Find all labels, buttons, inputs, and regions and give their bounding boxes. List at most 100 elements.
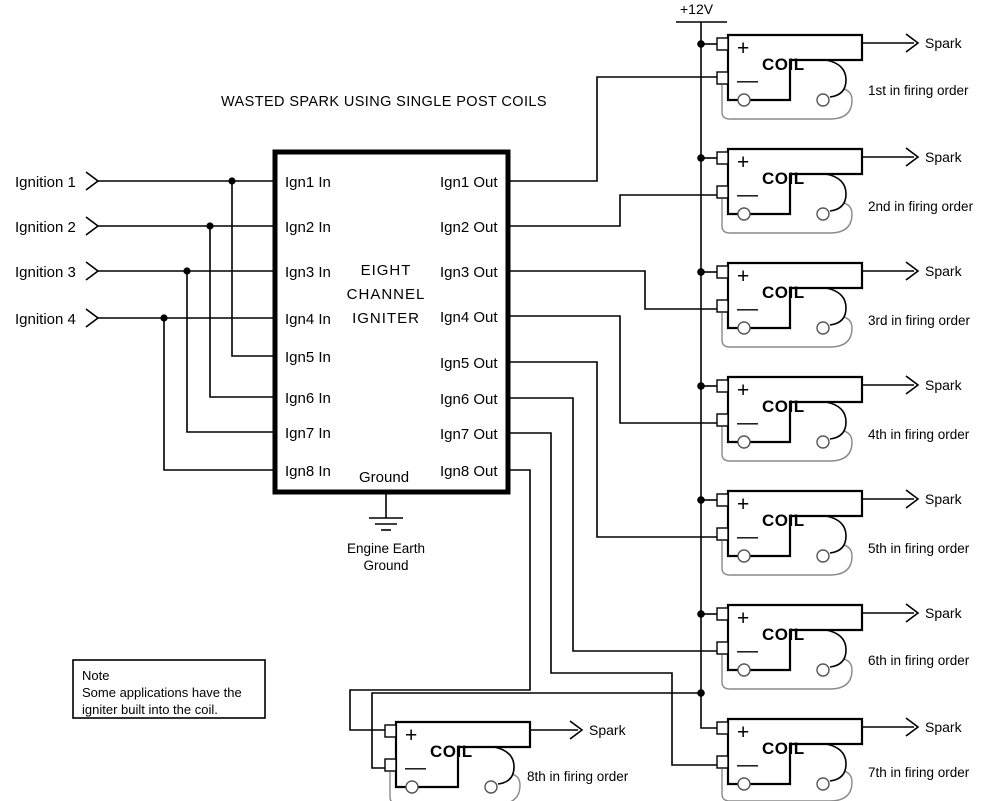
wire-ign8out-to-coil8 bbox=[349, 469, 531, 731]
coil-6-plus-terminal bbox=[716, 607, 729, 621]
igniter-input-label-8: Ign8 In bbox=[285, 463, 331, 480]
coil-5-plus-terminal bbox=[716, 493, 729, 507]
coil-column-right bbox=[697, 33, 920, 801]
coil-1-group bbox=[697, 33, 920, 120]
coil-4-spark-label: Spark bbox=[925, 377, 963, 393]
igniter-input-label-4: Ign4 In bbox=[285, 311, 331, 328]
junction-dot-coil5 bbox=[697, 496, 705, 504]
coil-6-mount-hole-right bbox=[816, 663, 830, 677]
coil-3-spark-label: Spark bbox=[925, 263, 963, 279]
ignition-input-label-1: Ignition 1 bbox=[15, 174, 76, 191]
coil-3-minus-label: — bbox=[737, 297, 758, 320]
coil-8-ht-tower bbox=[493, 746, 515, 785]
ignition-connector-chevrons bbox=[85, 171, 100, 328]
coil-4-mount-hole-right bbox=[816, 435, 830, 449]
ground-caption-line2: Ground bbox=[363, 558, 408, 573]
igniter-input-label-2: Ign2 In bbox=[285, 219, 331, 236]
coil-8-minus-label: — bbox=[405, 756, 426, 779]
coil-1-spark-label: Spark bbox=[925, 35, 963, 51]
coil-1-mount-hole-right bbox=[816, 93, 830, 107]
coil-6-group bbox=[697, 603, 920, 690]
coil-7-mount-hole-right bbox=[816, 777, 830, 791]
igniter-input-label-5: Ign5 In bbox=[285, 349, 331, 366]
igniter-output-label-5: Ign5 Out bbox=[440, 355, 498, 372]
ignition-input-label-2: Ignition 2 bbox=[15, 219, 76, 236]
igniter-input-label-7: Ign7 In bbox=[285, 425, 331, 442]
coil-7-plus-terminal bbox=[716, 721, 729, 735]
coil-1-label: COIL bbox=[762, 55, 805, 74]
junction-dot-coil1 bbox=[697, 40, 705, 48]
chevron-icon-ignition4 bbox=[85, 308, 100, 328]
power-rail-label: +12V bbox=[680, 1, 714, 17]
wire-ignition2-branch-ign6 bbox=[209, 226, 275, 398]
coil-4-group bbox=[697, 375, 920, 462]
ignition-input-label-3: Ignition 3 bbox=[15, 264, 76, 281]
wire-ignition4-branch-ign8 bbox=[163, 318, 275, 471]
junction-dot-ignition3 bbox=[183, 267, 191, 275]
wire-ign4out-to-coil4 bbox=[508, 315, 722, 424]
coil-8-minus-terminal bbox=[384, 758, 397, 772]
coil-6-minus-terminal bbox=[716, 641, 729, 655]
junction-dot-ignition2 bbox=[206, 222, 214, 230]
wire-ign6out-to-coil6 bbox=[508, 397, 722, 652]
coil-5-ht-tower bbox=[825, 515, 847, 554]
coil-3-plus-label: + bbox=[737, 265, 749, 288]
coil-7-plus-label: + bbox=[737, 721, 749, 744]
coil-5-group bbox=[697, 489, 920, 576]
igniter-label-line1: EIGHT bbox=[361, 262, 412, 279]
wire-ign5out-to-coil5 bbox=[508, 361, 722, 538]
coil-5-label: COIL bbox=[762, 511, 805, 530]
wire-ign2out-to-coil2 bbox=[508, 194, 722, 227]
coil-3-mount-hole-left bbox=[737, 321, 751, 335]
coil-7-minus-terminal bbox=[716, 755, 729, 769]
igniter-input-label-3: Ign3 In bbox=[285, 264, 331, 281]
igniter-output-label-4: Ign4 Out bbox=[440, 309, 498, 326]
coil-7-minus-label: — bbox=[737, 753, 758, 776]
igniter-output-label-2: Ign2 Out bbox=[440, 219, 498, 236]
coil-6-mount-hole-left bbox=[737, 663, 751, 677]
coil-3-mount-hole-right bbox=[816, 321, 830, 335]
coil-4-ht-tower bbox=[825, 401, 847, 440]
ignition-input-wires bbox=[98, 177, 275, 471]
wire-ign1out-to-coil1 bbox=[508, 76, 722, 182]
igniter-output-label-1: Ign1 Out bbox=[440, 174, 498, 191]
wiring-diagram: WASTED SPARK USING SINGLE POST COILS +12… bbox=[0, 0, 996, 801]
coil-1-order-label: 1st in firing order bbox=[868, 83, 969, 98]
coil-7-group bbox=[700, 693, 920, 801]
igniter-input-label-6: Ign6 In bbox=[285, 390, 331, 407]
coil-2-order-label: 2nd in firing order bbox=[868, 199, 974, 214]
junction-dot-ignition1 bbox=[228, 177, 236, 185]
coil-5-mount-hole-left bbox=[737, 549, 751, 563]
chevron-icon-ignition1 bbox=[85, 171, 100, 191]
coil-1-minus-terminal bbox=[716, 71, 729, 85]
coil-7-label: COIL bbox=[762, 739, 805, 758]
coil-8-spark-label: Spark bbox=[589, 722, 627, 738]
coil-4-minus-label: — bbox=[737, 411, 758, 434]
igniter-input-label-1: Ign1 In bbox=[285, 174, 331, 191]
coil-3-plus-terminal bbox=[716, 265, 729, 279]
coil-7-mount-hole-left bbox=[737, 777, 751, 791]
note-line-2: igniter built into the coil. bbox=[82, 702, 218, 717]
coil-2-ht-tower bbox=[825, 173, 847, 212]
coil-4-order-label: 4th in firing order bbox=[868, 427, 970, 442]
coil-6-plus-label: + bbox=[737, 607, 749, 630]
coil-2-mount-hole-left bbox=[737, 207, 751, 221]
coil-5-minus-terminal bbox=[716, 527, 729, 541]
coil-1-plus-label: + bbox=[737, 37, 749, 60]
coil-2-minus-label: — bbox=[737, 183, 758, 206]
coil-2-group bbox=[697, 147, 920, 234]
wire-rail-to-coil7-plus bbox=[700, 693, 717, 729]
coil-5-mount-hole-right bbox=[816, 549, 830, 563]
wire-ignition3-branch-ign7 bbox=[186, 271, 275, 433]
coil-4-minus-terminal bbox=[716, 413, 729, 427]
coil-6-spark-label: Spark bbox=[925, 605, 963, 621]
coil-7-spark-label: Spark bbox=[925, 719, 963, 735]
igniter-ground-label: Ground bbox=[359, 469, 409, 486]
coil-6-order-label: 6th in firing order bbox=[868, 653, 970, 668]
coil-8-plus-terminal bbox=[384, 724, 397, 738]
chevron-icon-ignition3 bbox=[85, 261, 100, 281]
wire-ign7out-to-coil7 bbox=[508, 432, 722, 766]
igniter-output-label-8: Ign8 Out bbox=[440, 463, 498, 480]
coil-4-plus-terminal bbox=[716, 379, 729, 393]
coil-2-mount-hole-right bbox=[816, 207, 830, 221]
